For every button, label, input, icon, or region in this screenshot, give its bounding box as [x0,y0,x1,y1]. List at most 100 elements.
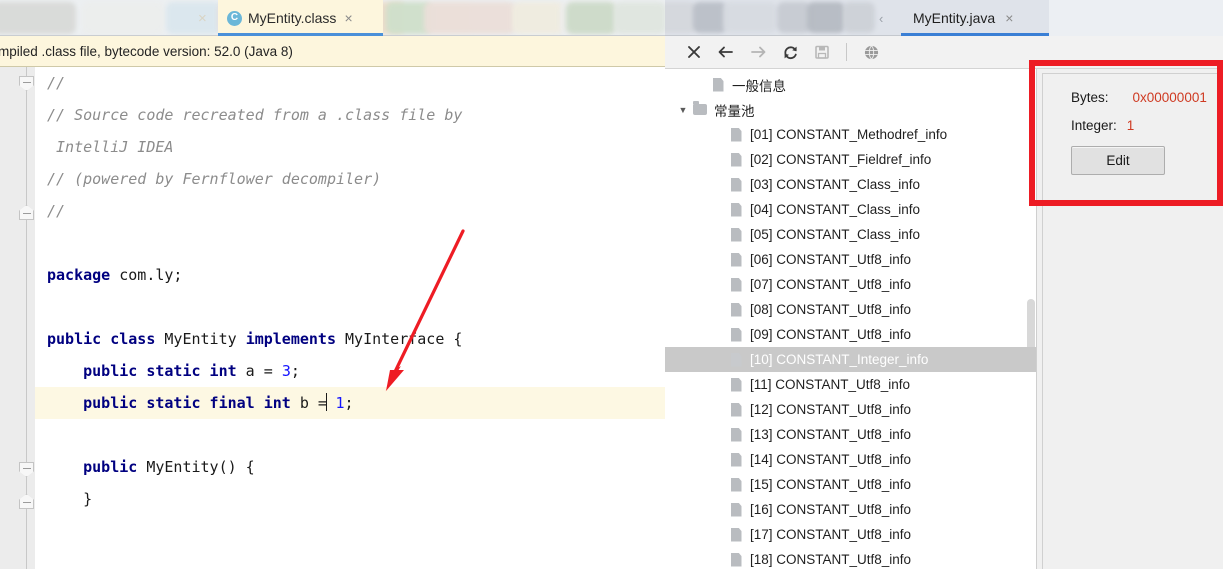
save-icon [807,39,837,65]
globe-icon[interactable] [856,39,886,65]
tree-row[interactable]: [09] CONSTANT_Utf8_info [665,322,1036,347]
constant-detail-panel: Bytes: 0x00000001 Integer: 1 Edit [1037,69,1223,569]
tab-label: MyEntity.java [913,10,996,26]
forward-arrow-icon [743,39,773,65]
viewer-toolbar [665,36,1223,69]
fold-marker-close[interactable] [19,494,34,509]
tree-row-selected[interactable]: [10] CONSTANT_Integer_info [665,347,1036,372]
code-line[interactable]: public class MyEntity implements MyInter… [35,323,665,355]
tree-row[interactable]: [14] CONSTANT_Utf8_info [665,447,1036,472]
close-icon[interactable]: × [1003,11,1015,25]
tree-row[interactable]: [06] CONSTANT_Utf8_info [665,247,1036,272]
tree-row[interactable]: [05] CONSTANT_Class_info [665,222,1036,247]
code-line[interactable]: // [35,67,665,99]
code-line[interactable]: // (powered by Fernflower decompiler) [35,163,665,195]
detail-inner: Bytes: 0x00000001 Integer: 1 Edit [1042,73,1223,569]
blurred-tab[interactable] [807,2,845,33]
code-line[interactable] [35,227,665,259]
code-line[interactable]: public static int a = 3; [35,355,665,387]
editor-gutter[interactable] [0,67,35,569]
code-token: public class [47,330,156,348]
tree-row[interactable]: [08] CONSTANT_Utf8_info [665,297,1036,322]
blurred-tab[interactable] [0,2,76,34]
bytes-row: Bytes: 0x00000001 [1071,90,1207,105]
bytes-label: Bytes: [1071,90,1109,105]
code-token: } [47,490,93,508]
blurred-tab-close-icon[interactable]: × [198,10,207,27]
file-icon [727,277,745,292]
tree-row[interactable]: [03] CONSTANT_Class_info [665,172,1036,197]
file-icon [727,152,745,167]
blurred-tab[interactable] [614,2,665,34]
chevron-left-icon[interactable]: ‹ [879,11,883,26]
code-line[interactable]: // [35,195,665,227]
tree-row-label: [13] CONSTANT_Utf8_info [750,427,912,442]
tab-label: MyEntity.class [248,10,337,26]
blurred-tab[interactable] [843,2,875,33]
code-line[interactable] [35,515,665,547]
tree-row[interactable]: [13] CONSTANT_Utf8_info [665,422,1036,447]
blurred-tab[interactable] [693,2,727,33]
code-line[interactable]: // Source code recreated from a .class f… [35,99,665,131]
blurred-tab[interactable] [512,2,564,34]
blurred-tab[interactable] [166,2,222,34]
refresh-icon[interactable] [775,39,805,65]
fold-marker-close[interactable] [19,205,34,220]
banner-text: mpiled .class file, bytecode version: 52… [0,43,293,59]
tree-row[interactable]: [17] CONSTANT_Utf8_info [665,522,1036,547]
code-token: // [47,202,66,220]
blurred-tab[interactable] [723,2,777,33]
file-icon [727,552,745,567]
tree-row[interactable]: [01] CONSTANT_Methodref_info [665,122,1036,147]
decompiled-banner: mpiled .class file, bytecode version: 52… [0,36,665,67]
code-token: ; [290,362,300,380]
tree-row-label: 一般信息 [732,78,786,94]
blurred-tab[interactable] [82,2,164,34]
close-icon[interactable] [679,39,709,65]
blurred-tab[interactable] [777,2,811,33]
folder-icon [691,101,709,115]
code-line[interactable]: package com.ly; [35,259,665,291]
code-token: package [47,266,111,284]
blurred-tab[interactable] [566,2,616,34]
code-token: // Source code recreated from a .class f… [47,106,463,124]
file-icon [727,252,745,267]
code-line[interactable]: } [35,483,665,515]
fold-marker-open[interactable] [19,76,34,91]
bytes-value: 0x00000001 [1132,90,1207,105]
code-token: implements [245,330,336,348]
java-class-icon: C [227,10,242,26]
close-icon[interactable]: × [342,11,354,25]
code-token: a = [236,362,282,380]
tree-row[interactable]: 一般信息 [665,72,1036,97]
constant-pool-tree[interactable]: 一般信息 ▼ 常量池 [01] CONSTANT_Methodref_info [02]… [665,69,1037,569]
tab-myentity-class[interactable]: C MyEntity.class × [218,0,383,36]
code-line[interactable] [35,291,665,323]
tree-row[interactable]: ▼ 常量池 [665,97,1036,122]
fold-marker-open[interactable] [19,462,34,477]
tree-row-label: [11] CONSTANT_Utf8_info [750,377,911,392]
chevron-down-icon[interactable]: ▼ [675,105,691,115]
tree-row[interactable]: [16] CONSTANT_Utf8_info [665,497,1036,522]
code-text-area[interactable]: // // Source code recreated from a .class… [35,67,665,569]
tree-row[interactable]: [07] CONSTANT_Utf8_info [665,272,1036,297]
tree-row[interactable]: [12] CONSTANT_Utf8_info [665,397,1036,422]
tree-row[interactable]: [18] CONSTANT_Utf8_info [665,547,1036,569]
tree-row[interactable]: [11] CONSTANT_Utf8_info [665,372,1036,397]
tree-row[interactable]: [04] CONSTANT_Class_info [665,197,1036,222]
code-line[interactable]: public MyEntity() { [35,451,665,483]
editor-pane: × C MyEntity.class × mpiled .class file,… [0,0,665,569]
edit-button[interactable]: Edit [1071,146,1165,175]
code-line[interactable]: public static final int b = 1; [35,387,665,419]
code-line[interactable] [35,419,665,451]
tree-row[interactable]: [15] CONSTANT_Utf8_info [665,472,1036,497]
tree-row-label: [05] CONSTANT_Class_info [750,227,921,242]
tree-row[interactable]: [02] CONSTANT_Fieldref_info [665,147,1036,172]
code-line[interactable]: IntelliJ IDEA [35,131,665,163]
blurred-tab[interactable] [424,2,516,34]
code-token: public [83,458,138,476]
code-editor[interactable]: // // Source code recreated from a .class… [0,67,665,569]
back-arrow-icon[interactable] [711,39,741,65]
tab-myentity-java[interactable]: MyEntity.java × [901,0,1049,36]
file-icon [727,377,745,392]
